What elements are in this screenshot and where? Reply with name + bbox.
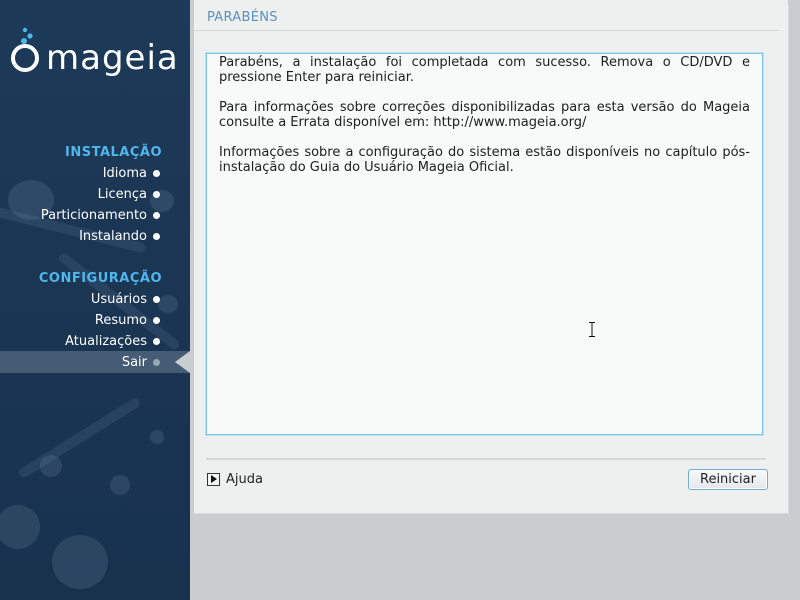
sidebar: mageia INSTALAÇÃO Idioma Licença Partici… (0, 0, 190, 600)
text-cursor-icon (589, 322, 595, 337)
step-dot (153, 233, 160, 240)
step-dot (153, 191, 160, 198)
sidebar-step-installing: Instalando (79, 229, 147, 244)
sidebar-step-partitioning: Particionamento (40, 208, 147, 223)
step-dot (153, 296, 160, 303)
message-paragraph: Informações sobre a configuração do sist… (219, 145, 750, 175)
step-dot (153, 170, 160, 177)
mageia-logo: mageia (10, 24, 185, 78)
decorative-branch (17, 396, 142, 480)
decorative-flower (52, 535, 108, 589)
decorative-flower (158, 295, 178, 313)
step-dot (153, 338, 160, 345)
sidebar-step-summary: Resumo (94, 313, 147, 328)
sidebar-step-language: Idioma (102, 166, 147, 181)
message-paragraph: Parabéns, a instalação foi completada co… (219, 55, 750, 85)
step-dot (153, 359, 160, 366)
active-step-highlight (0, 351, 190, 373)
message-paragraph: Para informações sobre correções disponi… (219, 100, 750, 130)
help-expander[interactable]: Ajuda (207, 471, 263, 487)
triangle-right-icon (207, 472, 220, 486)
decorative-flower (40, 455, 62, 477)
sidebar-step-updates: Atualizações (65, 334, 147, 349)
decorative-flower (150, 430, 164, 444)
footer-divider (206, 458, 766, 460)
decorative-flower (110, 475, 130, 495)
sidebar-step-exit: Sair (121, 355, 147, 370)
brand-name: mageia (46, 38, 179, 78)
section-heading-installation: INSTALAÇÃO (65, 145, 162, 160)
sidebar-step-users: Usuários (90, 292, 147, 307)
decorative-flower (0, 505, 40, 549)
title-divider (194, 30, 779, 31)
active-step-pointer (175, 351, 190, 373)
section-heading-configuration: CONFIGURAÇÃO (38, 271, 162, 286)
step-dot (153, 317, 160, 324)
message-textview[interactable]: Parabéns, a instalação foi completada co… (206, 53, 763, 435)
step-dot (153, 212, 160, 219)
sidebar-step-license: Licença (97, 187, 147, 202)
reboot-button[interactable]: Reiniciar (688, 469, 768, 490)
page-title: PARABÉNS (207, 10, 278, 25)
help-label: Ajuda (226, 471, 263, 487)
mageia-logo-icon (11, 27, 39, 72)
